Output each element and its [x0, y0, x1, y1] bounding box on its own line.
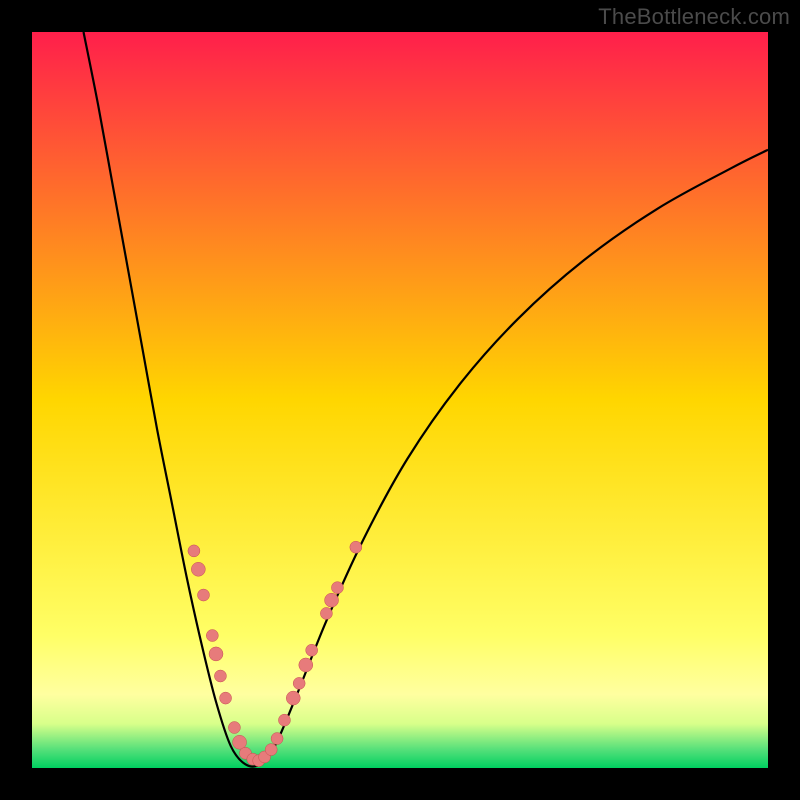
sample-dot — [197, 589, 209, 601]
chart-frame: TheBottleneck.com — [0, 0, 800, 800]
sample-dot — [299, 658, 313, 672]
sample-dot — [325, 593, 339, 607]
sample-dot — [265, 744, 277, 756]
sample-dot — [350, 541, 362, 553]
plot-area — [32, 32, 768, 768]
sample-dot — [320, 607, 332, 619]
sample-dot — [331, 582, 343, 594]
chart-svg — [32, 32, 768, 768]
sample-dot — [278, 714, 290, 726]
watermark-text: TheBottleneck.com — [598, 4, 790, 30]
sample-dot — [188, 545, 200, 557]
sample-dot — [191, 562, 205, 576]
sample-dot — [271, 733, 283, 745]
sample-dot — [228, 722, 240, 734]
sample-dot — [220, 692, 232, 704]
sample-dot — [209, 647, 223, 661]
sample-dot — [306, 644, 318, 656]
sample-dot — [293, 677, 305, 689]
gradient-background — [32, 32, 768, 768]
sample-dot — [214, 670, 226, 682]
sample-dot — [286, 691, 300, 705]
sample-dot — [206, 630, 218, 642]
